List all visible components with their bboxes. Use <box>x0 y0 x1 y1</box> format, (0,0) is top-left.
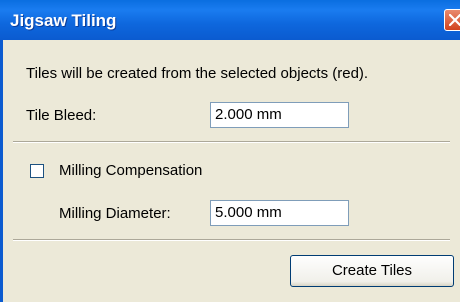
title-bar[interactable]: Jigsaw Tiling <box>0 0 460 40</box>
tile-bleed-label: Tile Bleed: <box>26 107 97 124</box>
separator-bottom <box>13 239 450 241</box>
dialog-content: Tiles will be created from the selected … <box>3 40 460 302</box>
close-button[interactable] <box>444 9 460 31</box>
milling-compensation-checkbox[interactable] <box>30 164 44 178</box>
description-text: Tiles will be created from the selected … <box>26 65 369 82</box>
separator-top <box>13 141 450 143</box>
milling-diameter-label: Milling Diameter: <box>59 205 171 222</box>
window-title: Jigsaw Tiling <box>10 11 117 30</box>
milling-diameter-input[interactable]: 5.000 mm <box>210 200 349 226</box>
tile-bleed-input[interactable]: 2.000 mm <box>210 102 349 128</box>
close-icon <box>449 14 460 26</box>
jigsaw-tiling-dialog: Jigsaw Tiling Tiles will be created from… <box>0 0 460 302</box>
milling-compensation-label: Milling Compensation <box>59 162 203 179</box>
create-tiles-button[interactable]: Create Tiles <box>290 255 454 287</box>
